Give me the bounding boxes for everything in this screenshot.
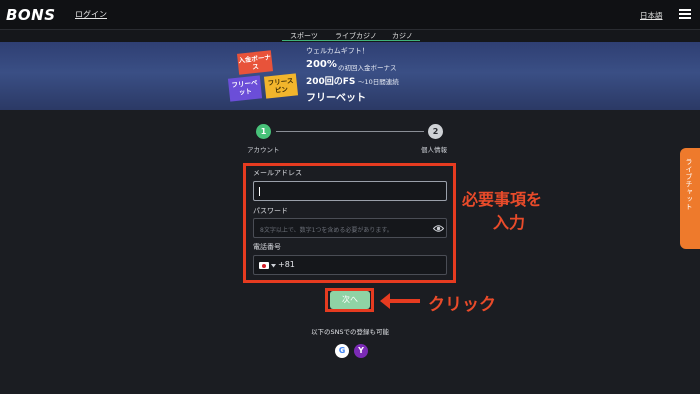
step-1-label: アカウント [247, 146, 280, 154]
gift-card-free-spin: フリースピン [263, 73, 299, 99]
live-chat-label: ライブチャット [685, 158, 693, 211]
password-placeholder: 8文字以上で、数字1つを含める必要があります。 [260, 227, 393, 234]
google-login-icon[interactable]: G [335, 344, 349, 358]
phone-label: 電話番号 [253, 243, 281, 251]
email-field[interactable] [253, 181, 447, 201]
top-bar: BONS ログイン 日本語 [0, 0, 700, 30]
phone-country-code: +81 [278, 260, 295, 269]
japan-flag-icon[interactable] [259, 262, 269, 269]
live-chat-tab[interactable]: ライブチャット [680, 148, 700, 249]
next-button[interactable]: 次へ [330, 291, 370, 309]
step-2-label: 個人情報 [421, 146, 447, 154]
tab-underline [282, 40, 420, 41]
step-connector [276, 131, 424, 132]
sns-register-text: 以下のSNSでの登録も可能 [310, 328, 390, 336]
bons-logo[interactable]: BONS [6, 6, 56, 24]
banner-free-spins: 200回のFS [306, 77, 356, 87]
click-note: クリック [428, 295, 496, 315]
password-label: パスワード [253, 207, 288, 215]
banner-bonus-desc: の初回入金ボーナス [338, 64, 397, 72]
show-password-eye-icon[interactable] [433, 224, 444, 233]
step-2-indicator: 2 [428, 124, 443, 139]
banner-headline: ウェルカムギフト！ [306, 47, 369, 55]
banner-free-bet: フリーベット [306, 93, 366, 104]
language-selector[interactable]: 日本語 [640, 10, 663, 21]
password-field[interactable]: 8文字以上で、数字1つを含める必要があります。 [253, 218, 447, 238]
gift-card-deposit-bonus: 入金ボーナス [236, 50, 274, 75]
required-note-line1: 必要事項を [462, 190, 543, 209]
arrow-left-icon [380, 293, 420, 309]
chevron-down-icon[interactable] [271, 264, 276, 268]
login-link[interactable]: ログイン [75, 9, 107, 20]
text-caret [259, 187, 260, 196]
email-label: メールアドレス [253, 169, 302, 177]
required-note-line2: 入力 [493, 213, 526, 232]
hamburger-menu-icon[interactable] [679, 9, 691, 19]
phone-field[interactable]: +81 [253, 255, 447, 275]
step-1-indicator: 1 [256, 124, 271, 139]
banner-bonus-percent: 200% [306, 59, 337, 70]
category-tabs: スポーツ ライブカジノ カジノ [0, 30, 700, 42]
yahoo-login-icon[interactable]: Y [354, 344, 368, 358]
welcome-banner: 入金ボーナス フリーベット フリースピン ウェルカムギフト！ 200% の初回入… [0, 42, 700, 110]
banner-free-spins-desc: 〜10日間連続 [358, 78, 399, 86]
gift-card-free-bet: フリーベット [227, 75, 263, 102]
